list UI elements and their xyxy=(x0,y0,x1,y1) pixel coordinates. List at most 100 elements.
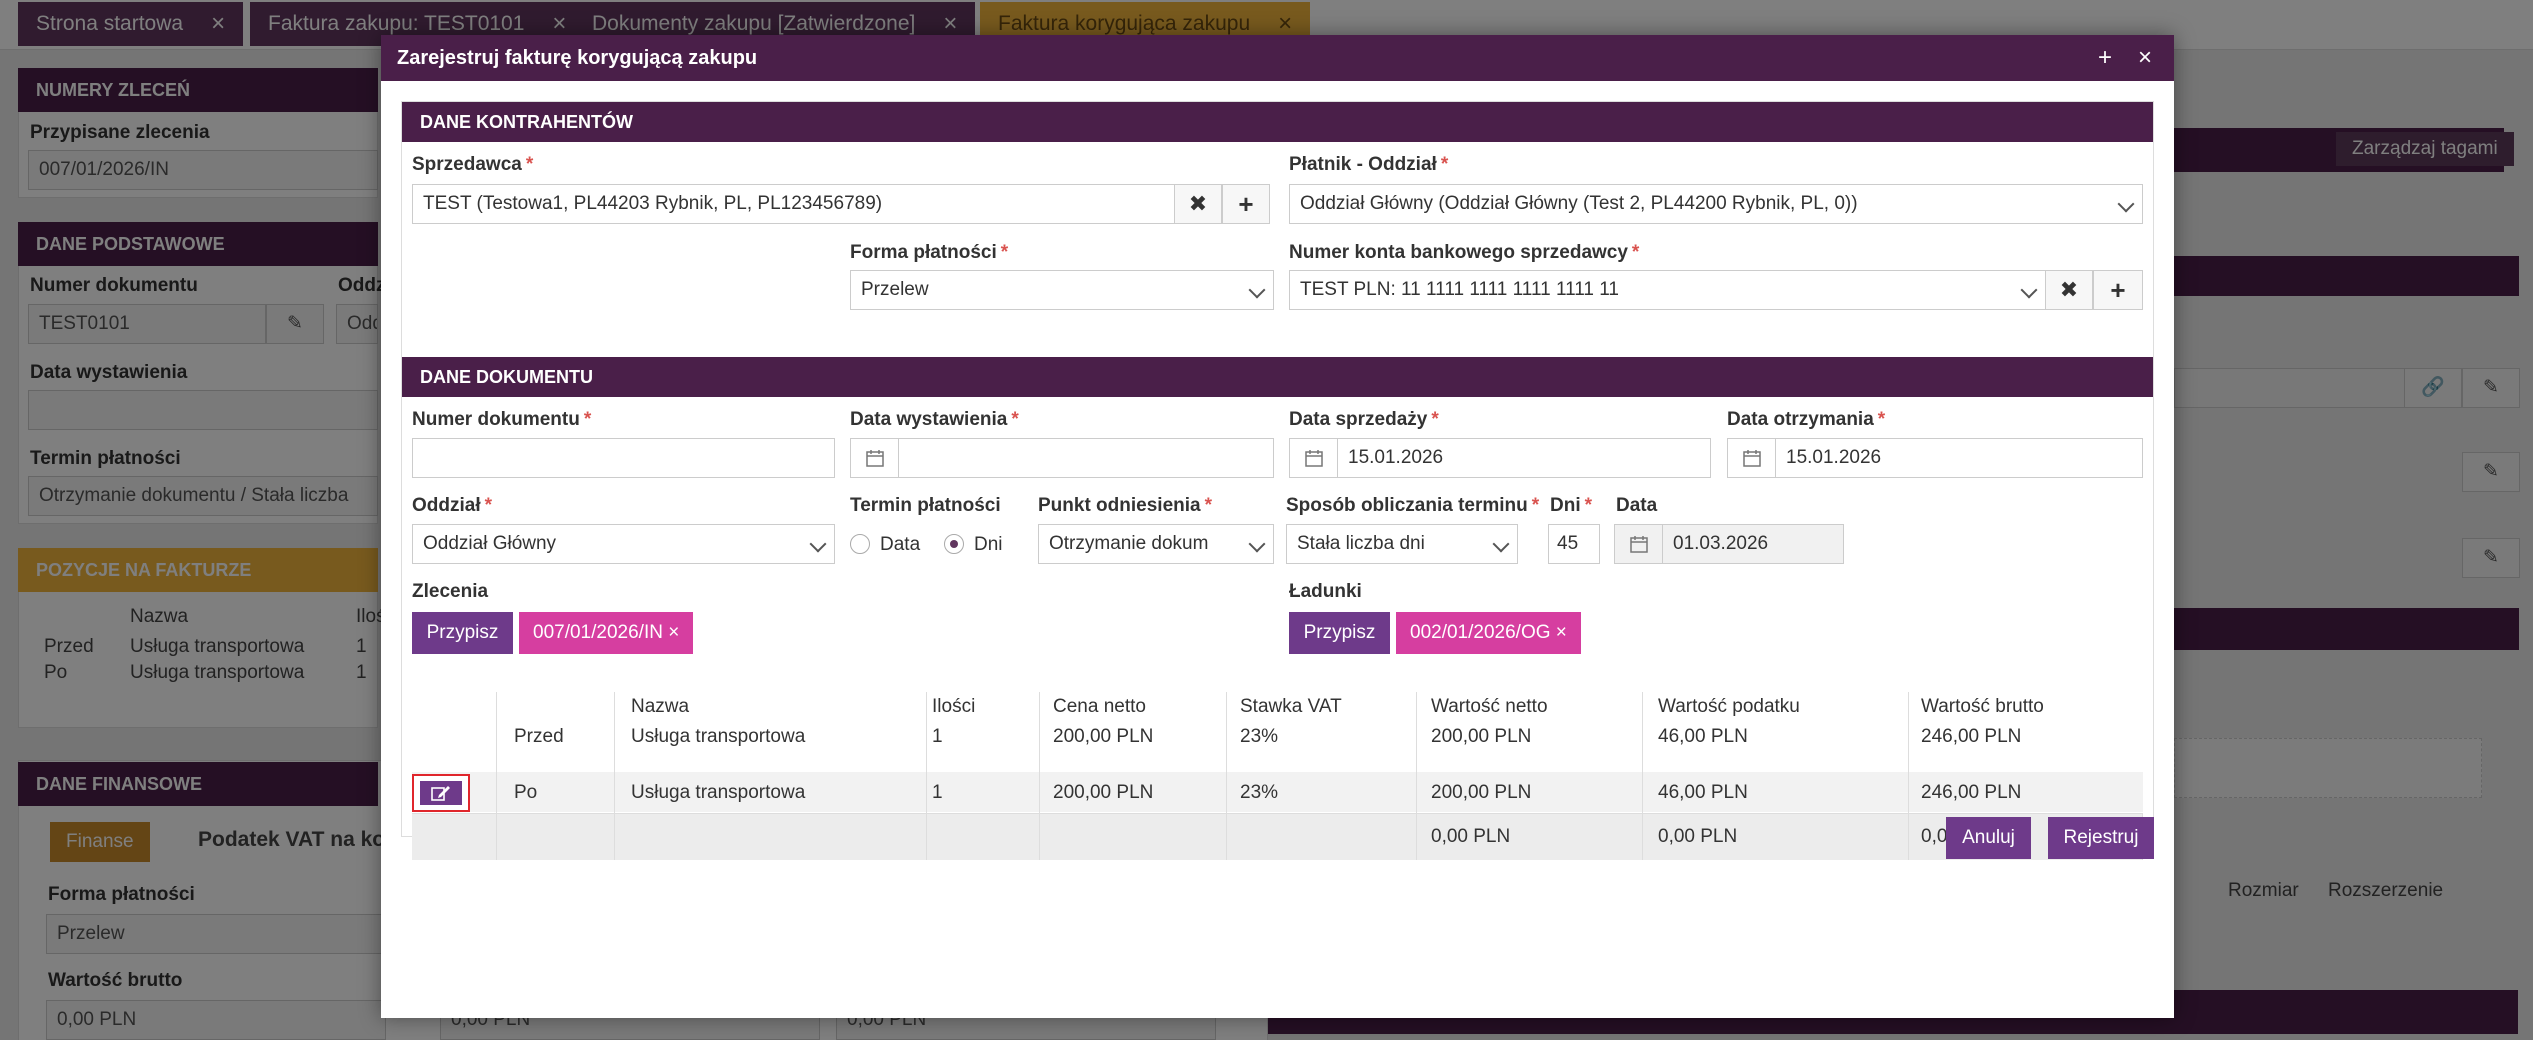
column-divider xyxy=(1226,692,1227,860)
bank-account-label: Numer konta bankowego sprzedawcy * xyxy=(1289,242,1639,264)
edit-row-button[interactable] xyxy=(412,774,470,812)
due-date-field: 01.03.2026 xyxy=(1614,524,1844,564)
label-text: Data otrzymania xyxy=(1727,409,1874,430)
required-marker: * xyxy=(1440,154,1449,175)
modal-body: DANE KONTRAHENTÓW Sprzedawca * TEST (Test… xyxy=(401,101,2154,860)
seller-field[interactable]: TEST (Testowa1, PL44203 Rybnik, PL, PL12… xyxy=(412,184,1175,224)
col-header-vat: Stawka VAT xyxy=(1240,696,1342,717)
order-tag[interactable]: 007/01/2026/IN × xyxy=(519,612,694,654)
reference-point-select[interactable]: Otrzymanie dokum xyxy=(1038,524,1274,564)
branch-value: Oddział Główny xyxy=(423,533,557,554)
summary-tax: 0,00 PLN xyxy=(1658,826,1738,847)
load-tag[interactable]: 002/01/2026/OG × xyxy=(1396,612,1581,654)
row-vat: 23% xyxy=(1240,782,1279,803)
register-correction-modal: Zarejestruj fakturę korygującą zakupu + … xyxy=(381,35,2174,1018)
table-summary-row xyxy=(412,814,2143,860)
label-text: Sposób obliczania terminu xyxy=(1286,495,1528,516)
radio-days[interactable] xyxy=(944,534,964,554)
assign-orders-button[interactable]: Przypisz xyxy=(412,612,513,654)
calendar-icon[interactable] xyxy=(1728,439,1776,477)
seller-label: Sprzedawca * xyxy=(412,154,533,176)
document-section-header: DANE DOKUMENTU xyxy=(402,357,2153,397)
orders-label: Zlecenia xyxy=(412,581,489,602)
row-gross: 246,00 PLN xyxy=(1921,782,2022,803)
label-text: Numer konta bankowego sprzedawcy xyxy=(1289,242,1628,263)
reference-point-value: Otrzymanie dokum xyxy=(1049,533,1209,554)
receipt-date-input[interactable]: 15.01.2026 xyxy=(1727,438,2143,478)
bank-account-value: TEST PLN: 11 1111 1111 1111 1111 11 xyxy=(1300,279,1620,300)
row-tax: 46,00 PLN xyxy=(1658,726,1748,747)
issue-date-input[interactable] xyxy=(850,438,1274,478)
row-type: Po xyxy=(514,782,538,803)
column-divider xyxy=(926,692,927,860)
row-type: Przed xyxy=(514,726,564,747)
calendar-icon[interactable] xyxy=(851,439,899,477)
edit-icon xyxy=(420,781,462,805)
payer-value: Oddział Główny (Oddział Główny (Test 2, … xyxy=(1300,193,1858,214)
required-marker: * xyxy=(525,154,534,175)
row-qty: 1 xyxy=(932,726,943,747)
clear-seller-button[interactable]: ✖ xyxy=(1174,184,1222,224)
sale-date-label: Data sprzedaży * xyxy=(1289,409,1439,431)
payer-label: Płatnik - Oddział * xyxy=(1289,154,1448,176)
row-qty: 1 xyxy=(932,782,943,803)
row-net-value: 200,00 PLN xyxy=(1431,726,1532,747)
modal-header: Zarejestruj fakturę korygującą zakupu + … xyxy=(381,35,2174,81)
bank-account-select[interactable]: TEST PLN: 11 1111 1111 1111 1111 11 xyxy=(1289,270,2046,310)
contractors-section-header: DANE KONTRAHENTÓW xyxy=(402,102,2153,142)
col-header-tax: Wartość podatku xyxy=(1658,696,1800,717)
chevron-down-icon xyxy=(2020,281,2038,299)
column-divider xyxy=(1416,692,1417,860)
row-divider xyxy=(412,813,2143,814)
column-divider xyxy=(1642,692,1643,860)
label-text: Dni xyxy=(1550,495,1581,516)
label-text: Data sprzedaży xyxy=(1289,409,1428,430)
cancel-button[interactable]: Anuluj xyxy=(1946,817,2031,859)
close-icon[interactable]: × xyxy=(2138,35,2152,81)
label-text: Forma płatności xyxy=(850,242,997,263)
doc-number-input[interactable] xyxy=(412,438,835,478)
branch-select[interactable]: Oddział Główny xyxy=(412,524,835,564)
register-button[interactable]: Rejestruj xyxy=(2048,817,2154,859)
receipt-date-value: 15.01.2026 xyxy=(1786,447,1882,468)
doc-number-label: Numer dokumentu * xyxy=(412,409,591,431)
column-divider xyxy=(614,692,615,860)
add-seller-button[interactable]: + xyxy=(1222,184,1270,224)
clear-bank-account-button[interactable]: ✖ xyxy=(2045,270,2093,310)
days-input[interactable]: 45 xyxy=(1548,524,1600,564)
label-text: Data wystawienia xyxy=(850,409,1008,430)
radio-days-label: Dni xyxy=(974,534,1003,555)
chevron-down-icon xyxy=(809,535,827,553)
days-label: Dni * xyxy=(1550,495,1592,517)
payment-form-select[interactable]: Przelew xyxy=(850,270,1274,310)
radio-date[interactable] xyxy=(850,534,870,554)
issue-date-label: Data wystawienia * xyxy=(850,409,1019,431)
col-header-gross: Wartość brutto xyxy=(1921,696,2044,717)
payer-select[interactable]: Oddział Główny (Oddział Główny (Test 2, … xyxy=(1289,184,2143,224)
label-text: Płatnik - Oddział xyxy=(1289,154,1437,175)
required-marker: * xyxy=(484,495,493,516)
column-divider xyxy=(496,692,497,860)
calendar-icon xyxy=(1615,525,1663,563)
row-net-price: 200,00 PLN xyxy=(1053,726,1154,747)
required-marker: * xyxy=(1584,495,1593,516)
calendar-icon[interactable] xyxy=(1290,439,1338,477)
calc-method-label: Sposób obliczania terminu * xyxy=(1286,495,1539,517)
row-net-price: 200,00 PLN xyxy=(1053,782,1154,803)
branch-label: Oddział * xyxy=(412,495,492,517)
add-bank-account-button[interactable]: + xyxy=(2093,270,2143,310)
required-marker: * xyxy=(1877,409,1886,430)
label-text: Oddział xyxy=(412,495,481,516)
required-marker: * xyxy=(1011,409,1019,430)
sale-date-input[interactable]: 15.01.2026 xyxy=(1289,438,1711,478)
row-vat: 23% xyxy=(1240,726,1279,747)
calc-method-select[interactable]: Stała liczba dni xyxy=(1286,524,1518,564)
maximize-icon[interactable]: + xyxy=(2098,35,2112,81)
reference-point-label: Punkt odniesienia * xyxy=(1038,495,1212,517)
receipt-date-label: Data otrzymania * xyxy=(1727,409,1885,431)
payment-form-value: Przelew xyxy=(861,279,929,300)
payment-term-label: Termin płatności xyxy=(850,495,1001,516)
radio-date-label: Data xyxy=(880,534,921,555)
modal-title: Zarejestruj fakturę korygującą zakupu xyxy=(397,47,758,69)
assign-loads-button[interactable]: Przypisz xyxy=(1289,612,1390,654)
